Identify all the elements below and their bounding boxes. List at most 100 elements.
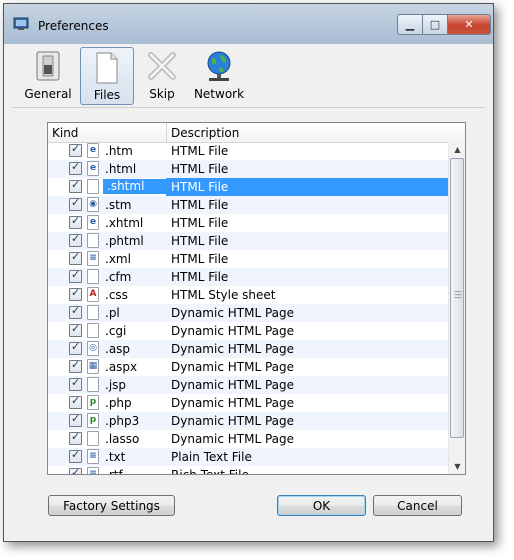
rtf-icon: ≡ [87, 467, 99, 474]
row-checkbox[interactable] [69, 178, 82, 193]
extension-label: .shtml [103, 179, 173, 194]
row-checkbox[interactable] [69, 268, 82, 283]
css-icon: A [87, 287, 99, 302]
close-button[interactable]: ✕ [447, 14, 491, 35]
list-item[interactable]: ◎ .asp Dynamic HTML Page [48, 340, 448, 358]
list-item[interactable]: e .htm HTML File [48, 142, 448, 160]
list-header: Kind Description [48, 123, 465, 143]
preferences-window: Preferences ▁ □ ✕ General Files Skip Net… [3, 3, 494, 542]
row-checkbox[interactable] [69, 142, 82, 157]
extension-label: .htm [105, 144, 133, 158]
row-checkbox[interactable] [69, 196, 82, 211]
ie-icon: e [87, 161, 99, 176]
description-label: HTML File [171, 162, 229, 176]
blank-file-icon [87, 269, 99, 284]
list-item[interactable]: .pl Dynamic HTML Page [48, 304, 448, 322]
toggle-switch-icon [36, 51, 60, 81]
description-label: Dynamic HTML Page [171, 414, 294, 428]
scroll-up-icon[interactable]: ▲ [449, 142, 465, 157]
extension-label: .php [105, 396, 132, 410]
row-checkbox[interactable] [69, 412, 82, 427]
php-icon: p [87, 413, 99, 428]
preferences-toolbar: General Files Skip Network [12, 44, 485, 105]
list-item[interactable]: ≡ .rtf Rich Text File [48, 466, 448, 474]
list-item[interactable]: .phtml HTML File [48, 232, 448, 250]
extension-label: .php3 [105, 414, 140, 428]
row-checkbox[interactable] [69, 340, 82, 355]
extension-label: .xhtml [105, 216, 144, 230]
extension-label: .asp [105, 342, 131, 356]
row-checkbox[interactable] [69, 430, 82, 445]
row-checkbox[interactable] [69, 448, 82, 463]
list-item[interactable]: p .php3 Dynamic HTML Page [48, 412, 448, 430]
ok-button[interactable]: OK [277, 495, 366, 516]
description-label: Dynamic HTML Page [171, 306, 294, 320]
list-item[interactable]: A .css HTML Style sheet [48, 286, 448, 304]
ie-icon: e [87, 215, 99, 230]
extension-label: .cgi [105, 324, 127, 338]
tab-files[interactable]: Files [80, 47, 134, 105]
row-checkbox[interactable] [69, 304, 82, 319]
extension-label: .phtml [105, 234, 144, 248]
cancel-button[interactable]: Cancel [373, 495, 462, 516]
list-item[interactable]: ▦ .aspx Dynamic HTML Page [48, 358, 448, 376]
row-checkbox[interactable] [69, 250, 82, 265]
scroll-thumb[interactable]: — — — [450, 158, 464, 438]
list-item[interactable]: e .xhtml HTML File [48, 214, 448, 232]
column-divider[interactable] [166, 123, 167, 142]
tab-general[interactable]: General [17, 47, 79, 103]
app-icon [13, 17, 29, 30]
scroll-down-icon[interactable]: ▼ [449, 459, 465, 474]
blank-file-icon [87, 305, 99, 320]
vertical-scrollbar[interactable]: ▲ — — — ▼ [448, 142, 465, 474]
row-checkbox[interactable] [69, 322, 82, 337]
list-item[interactable]: p .php Dynamic HTML Page [48, 394, 448, 412]
row-checkbox[interactable] [69, 394, 82, 409]
description-label: HTML File [171, 270, 229, 284]
tab-network[interactable]: Network [190, 47, 248, 103]
extension-label: .txt [105, 450, 126, 464]
title-bar[interactable]: Preferences ▁ □ ✕ [4, 4, 493, 44]
document-icon [96, 52, 118, 84]
list-item[interactable]: ≡ .xml HTML File [48, 250, 448, 268]
description-label: HTML File [171, 234, 229, 248]
extension-label: .cfm [105, 270, 132, 284]
description-label: Rich Text File [171, 468, 249, 474]
extension-label: .aspx [105, 360, 138, 374]
list-item[interactable]: .lasso Dynamic HTML Page [48, 430, 448, 448]
aspx-icon: ▦ [87, 359, 99, 374]
extension-label: .rtf [105, 468, 167, 474]
column-header-description[interactable]: Description [171, 126, 239, 140]
description-label: Dynamic HTML Page [171, 396, 294, 410]
row-checkbox[interactable] [69, 466, 82, 474]
row-checkbox[interactable] [69, 160, 82, 175]
list-item[interactable]: e .html HTML File [48, 160, 448, 178]
description-label: HTML File [171, 180, 229, 194]
tab-skip[interactable]: Skip [139, 47, 185, 103]
row-checkbox[interactable] [69, 376, 82, 391]
description-label: HTML Style sheet [171, 288, 276, 302]
tab-general-label: General [24, 87, 72, 101]
maximize-button[interactable]: □ [422, 14, 448, 35]
extension-label: .lasso [105, 432, 140, 446]
tab-files-label: Files [93, 88, 121, 102]
factory-settings-button[interactable]: Factory Settings [48, 495, 175, 516]
list-rows: e.htmHTML Filee.htmlHTML File.shtmlHTML … [48, 142, 448, 474]
description-label: Dynamic HTML Page [171, 360, 294, 374]
column-header-kind[interactable]: Kind [52, 126, 78, 140]
row-checkbox[interactable] [69, 358, 82, 373]
row-checkbox[interactable] [69, 214, 82, 229]
row-checkbox[interactable] [69, 286, 82, 301]
list-item[interactable]: .jsp Dynamic HTML Page [48, 376, 448, 394]
list-item[interactable]: .cfm HTML File [48, 268, 448, 286]
skip-x-icon [148, 52, 176, 80]
row-checkbox[interactable] [69, 232, 82, 247]
extension-label: .xml [105, 252, 131, 266]
list-item[interactable]: ≡ .txt Plain Text File [48, 448, 448, 466]
list-item[interactable]: .shtmlHTML File [48, 178, 448, 196]
minimize-button[interactable]: ▁ [397, 14, 422, 35]
list-item[interactable]: .cgi Dynamic HTML Page [48, 322, 448, 340]
extension-label: .pl [105, 306, 120, 320]
list-item[interactable]: ◉ .stm HTML File [48, 196, 448, 214]
close-icon: ✕ [464, 18, 474, 31]
